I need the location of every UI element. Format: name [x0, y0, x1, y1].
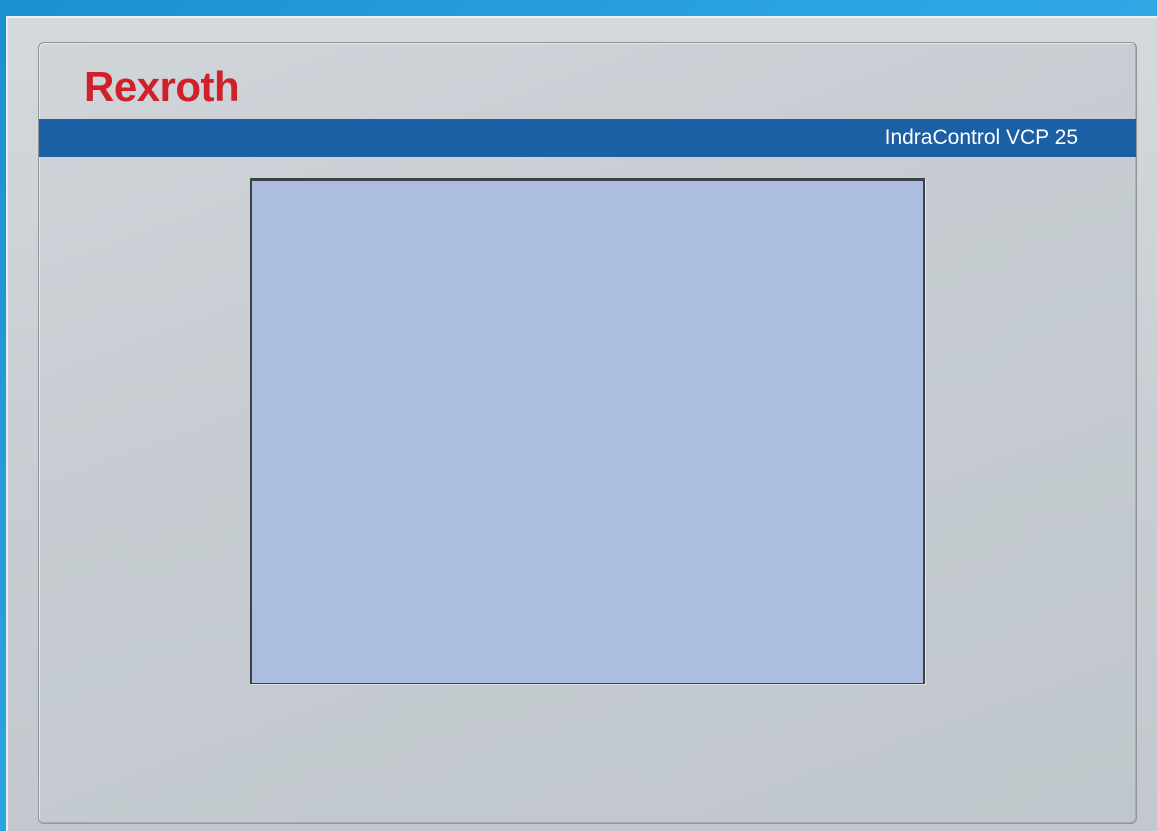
- page: { "device": { "brand": "Rexroth", "model…: [0, 0, 1157, 831]
- touch-screen[interactable]: [252, 181, 923, 683]
- brand-logo: Rexroth: [84, 63, 240, 110]
- display-frame: [250, 178, 925, 684]
- front-panel: Rexroth IndraControl VCP 25: [38, 42, 1137, 824]
- device-housing: Rexroth IndraControl VCP 25: [6, 16, 1157, 831]
- model-band: IndraControl VCP 25: [39, 119, 1136, 157]
- model-label: IndraControl VCP 25: [884, 126, 1078, 149]
